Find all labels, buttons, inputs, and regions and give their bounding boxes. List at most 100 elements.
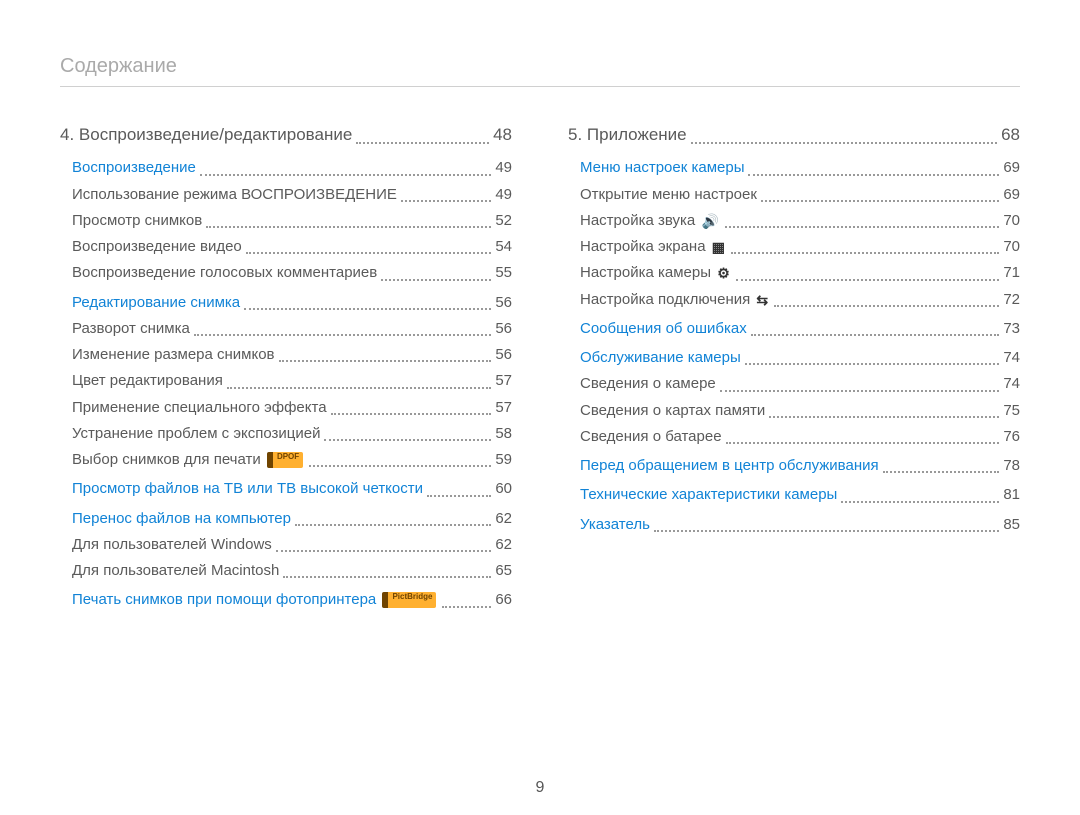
toc-page-number: 71 [1003, 261, 1020, 284]
toc-row: Настройка подключения ⇆72 [580, 288, 1020, 311]
toc-label: Открытие меню настроек [580, 183, 757, 206]
sound-icon: 🔊 [701, 214, 718, 228]
toc-row[interactable]: Перед обращением в центр обслуживания78 [580, 454, 1020, 477]
toc-row[interactable]: Технические характеристики камеры 81 [580, 483, 1020, 506]
toc-label: Использование режима ВОСПРОИЗВЕДЕНИЕ [72, 183, 397, 206]
toc-page-number: 81 [1003, 483, 1020, 506]
toc-row[interactable]: Перенос файлов на компьютер62 [72, 507, 512, 530]
toc-page-number: 48 [493, 122, 512, 148]
toc-leader-dots [654, 530, 999, 532]
toc-label: 5. Приложение [568, 122, 687, 148]
toc-label: Редактирование снимка [72, 291, 240, 314]
toc-page-number: 60 [495, 477, 512, 500]
toc-page-number: 69 [1003, 183, 1020, 206]
toc-row: Сведения о картах памяти75 [580, 399, 1020, 422]
toc-label: Обслуживание камеры [580, 346, 741, 369]
toc-row[interactable]: Печать снимков при помощи фотопринтера P… [72, 588, 512, 611]
toc-page-number: 57 [495, 396, 512, 419]
toc-label: Просмотр снимков [72, 209, 202, 232]
toc-leader-dots [200, 174, 491, 176]
toc-page-number: 68 [1001, 122, 1020, 148]
toc-page-number: 73 [1003, 317, 1020, 340]
toc-row[interactable]: Указатель85 [580, 513, 1020, 536]
toc-leader-dots [731, 252, 999, 254]
toc-label: Воспроизведение [72, 156, 196, 179]
toc-page-number: 49 [495, 156, 512, 179]
toc-row[interactable]: Воспроизведение 49 [72, 156, 512, 179]
toc-row: Настройка звука 🔊70 [580, 209, 1020, 232]
toc-row[interactable]: Просмотр файлов на ТВ или ТВ высокой чет… [72, 477, 512, 500]
toc-label: Сведения о батарее [580, 425, 722, 448]
toc-page-number: 70 [1003, 209, 1020, 232]
toc-label: 4. Воспроизведение/редактирование [60, 122, 352, 148]
toc-label: Настройка камеры ⚙ [580, 261, 732, 284]
toc-row: Просмотр снимков52 [72, 209, 512, 232]
toc-label: Цвет редактирования [72, 369, 223, 392]
toc-row: Устранение проблем с экспозицией58 [72, 422, 512, 445]
toc-page-number: 59 [495, 448, 512, 471]
toc-label: Настройка экрана ▦ [580, 235, 727, 258]
toc-row: 4. Воспроизведение/редактирование 48 [60, 122, 512, 148]
toc-leader-dots [725, 226, 999, 228]
toc-page-number: 74 [1003, 372, 1020, 395]
toc-row: Изменение размера снимков56 [72, 343, 512, 366]
toc-leader-dots [246, 252, 492, 254]
page-title: Содержание [60, 55, 1020, 87]
screen-icon: ▦ [712, 240, 725, 254]
toc-leader-dots [324, 439, 491, 441]
toc-leader-dots [244, 308, 491, 310]
toc-page-number: 69 [1003, 156, 1020, 179]
toc-leader-dots [356, 142, 489, 144]
toc-page-number: 49 [495, 183, 512, 206]
toc-label: Технические характеристики камеры [580, 483, 837, 506]
toc-row: Выбор снимков для печати DPOF 59 [72, 448, 512, 471]
dpof-icon: DPOF [267, 452, 303, 468]
toc-leader-dots [774, 305, 999, 307]
page-number: 9 [0, 779, 1080, 797]
toc-page-number: 65 [495, 559, 512, 582]
toc-page-number: 74 [1003, 346, 1020, 369]
toc-row: Сведения о батарее 76 [580, 425, 1020, 448]
page: Содержание 4. Воспроизведение/редактиров… [0, 0, 1080, 815]
toc-leader-dots [736, 279, 1000, 281]
toc-page-number: 75 [1003, 399, 1020, 422]
toc-column: 5. Приложение68Меню настроек камеры69Отк… [568, 122, 1020, 615]
toc-row: Для пользователей Macintosh 65 [72, 559, 512, 582]
toc-label: Перенос файлов на компьютер [72, 507, 291, 530]
toc-leader-dots [748, 174, 999, 176]
toc-row: Сведения о камере 74 [580, 372, 1020, 395]
toc-row: Применение специального эффекта57 [72, 396, 512, 419]
toc-row[interactable]: Редактирование снимка56 [72, 291, 512, 314]
toc-row[interactable]: Обслуживание камеры 74 [580, 346, 1020, 369]
toc-label: Выбор снимков для печати DPOF [72, 448, 305, 471]
toc-leader-dots [227, 387, 491, 389]
toc-page-number: 76 [1003, 425, 1020, 448]
toc-page-number: 56 [495, 317, 512, 340]
toc-label: Указатель [580, 513, 650, 536]
toc-row: Открытие меню настроек 69 [580, 183, 1020, 206]
toc-page-number: 70 [1003, 235, 1020, 258]
toc-column: 4. Воспроизведение/редактирование 48 Воспр… [60, 122, 512, 615]
toc-label: Воспроизведение голосовых комментариев [72, 261, 377, 284]
toc-label: Сведения о камере [580, 372, 716, 395]
toc-page-number: 57 [495, 369, 512, 392]
toc-page-number: 54 [495, 235, 512, 258]
toc-label: Для пользователей Macintosh [72, 559, 279, 582]
toc-page-number: 66 [495, 588, 512, 611]
toc-row: Настройка экрана ▦ 70 [580, 235, 1020, 258]
toc-label: Просмотр файлов на ТВ или ТВ высокой чет… [72, 477, 423, 500]
toc-row[interactable]: Меню настроек камеры 69 [580, 156, 1020, 179]
toc-label: Меню настроек камеры [580, 156, 744, 179]
toc-leader-dots [691, 142, 997, 144]
toc-leader-dots [427, 495, 491, 497]
toc-row[interactable]: Сообщения об ошибках73 [580, 317, 1020, 340]
toc-label: Для пользователей Windows [72, 533, 272, 556]
toc-leader-dots [720, 390, 1000, 392]
toc-row: Цвет редактирования 57 [72, 369, 512, 392]
toc-page-number: 55 [495, 261, 512, 284]
toc-row: Разворот снимка56 [72, 317, 512, 340]
toc-leader-dots [401, 200, 491, 202]
toc-page-number: 72 [1003, 288, 1020, 311]
toc-row: Воспроизведение голосовых комментариев 55 [72, 261, 512, 284]
toc-label: Воспроизведение видео [72, 235, 242, 258]
